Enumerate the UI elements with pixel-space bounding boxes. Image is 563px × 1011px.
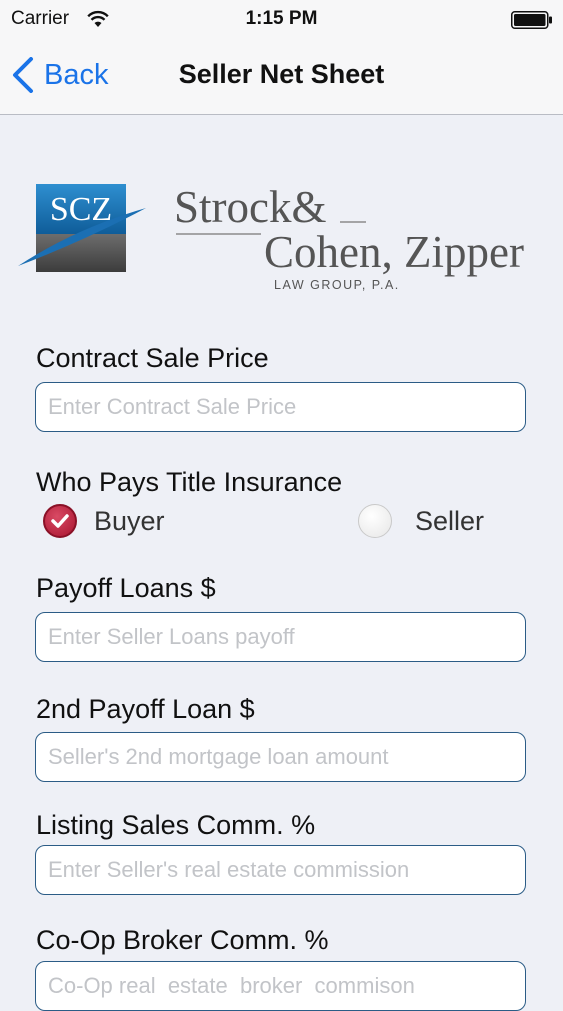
seller-radio[interactable] [358, 504, 392, 538]
company-logo: SCZ Strock& Cohen, Zipper LAW GROUP, P.A… [18, 182, 524, 292]
payoff-loans-input[interactable] [35, 612, 526, 662]
logo-tagline: LAW GROUP, P.A. [274, 278, 400, 292]
title-insurance-label: Who Pays Title Insurance [36, 467, 343, 497]
contract-sale-price-input[interactable] [35, 382, 526, 432]
logo-line2: Cohen, Zipper [264, 227, 524, 277]
clock: 1:15 PM [245, 8, 318, 29]
navigation-bar: Back Seller Net Sheet [0, 40, 563, 115]
coop-comm-label: Co-Op Broker Comm. % [36, 925, 329, 955]
seller-label[interactable]: Seller [415, 506, 484, 537]
status-bar: Carrier 1:15 PM [0, 0, 563, 40]
logo-monogram: SCZ [50, 191, 112, 228]
battery-icon [511, 11, 552, 29]
buyer-radio[interactable] [43, 504, 77, 538]
payoff-loans-label: Payoff Loans $ [36, 573, 216, 603]
contract-sale-price-label: Contract Sale Price [36, 343, 269, 373]
buyer-label[interactable]: Buyer [94, 506, 165, 537]
page-title: Seller Net Sheet [178, 59, 385, 89]
checkmark-icon [51, 514, 69, 528]
title-insurance-options: Buyer Seller [0, 500, 563, 546]
second-payoff-label: 2nd Payoff Loan $ [36, 694, 255, 724]
coop-comm-input[interactable] [35, 961, 526, 1011]
listing-comm-label: Listing Sales Comm. % [36, 810, 316, 840]
logo-line1: Strock& [174, 182, 327, 232]
listing-comm-input[interactable] [35, 845, 526, 895]
second-payoff-input[interactable] [35, 732, 526, 782]
